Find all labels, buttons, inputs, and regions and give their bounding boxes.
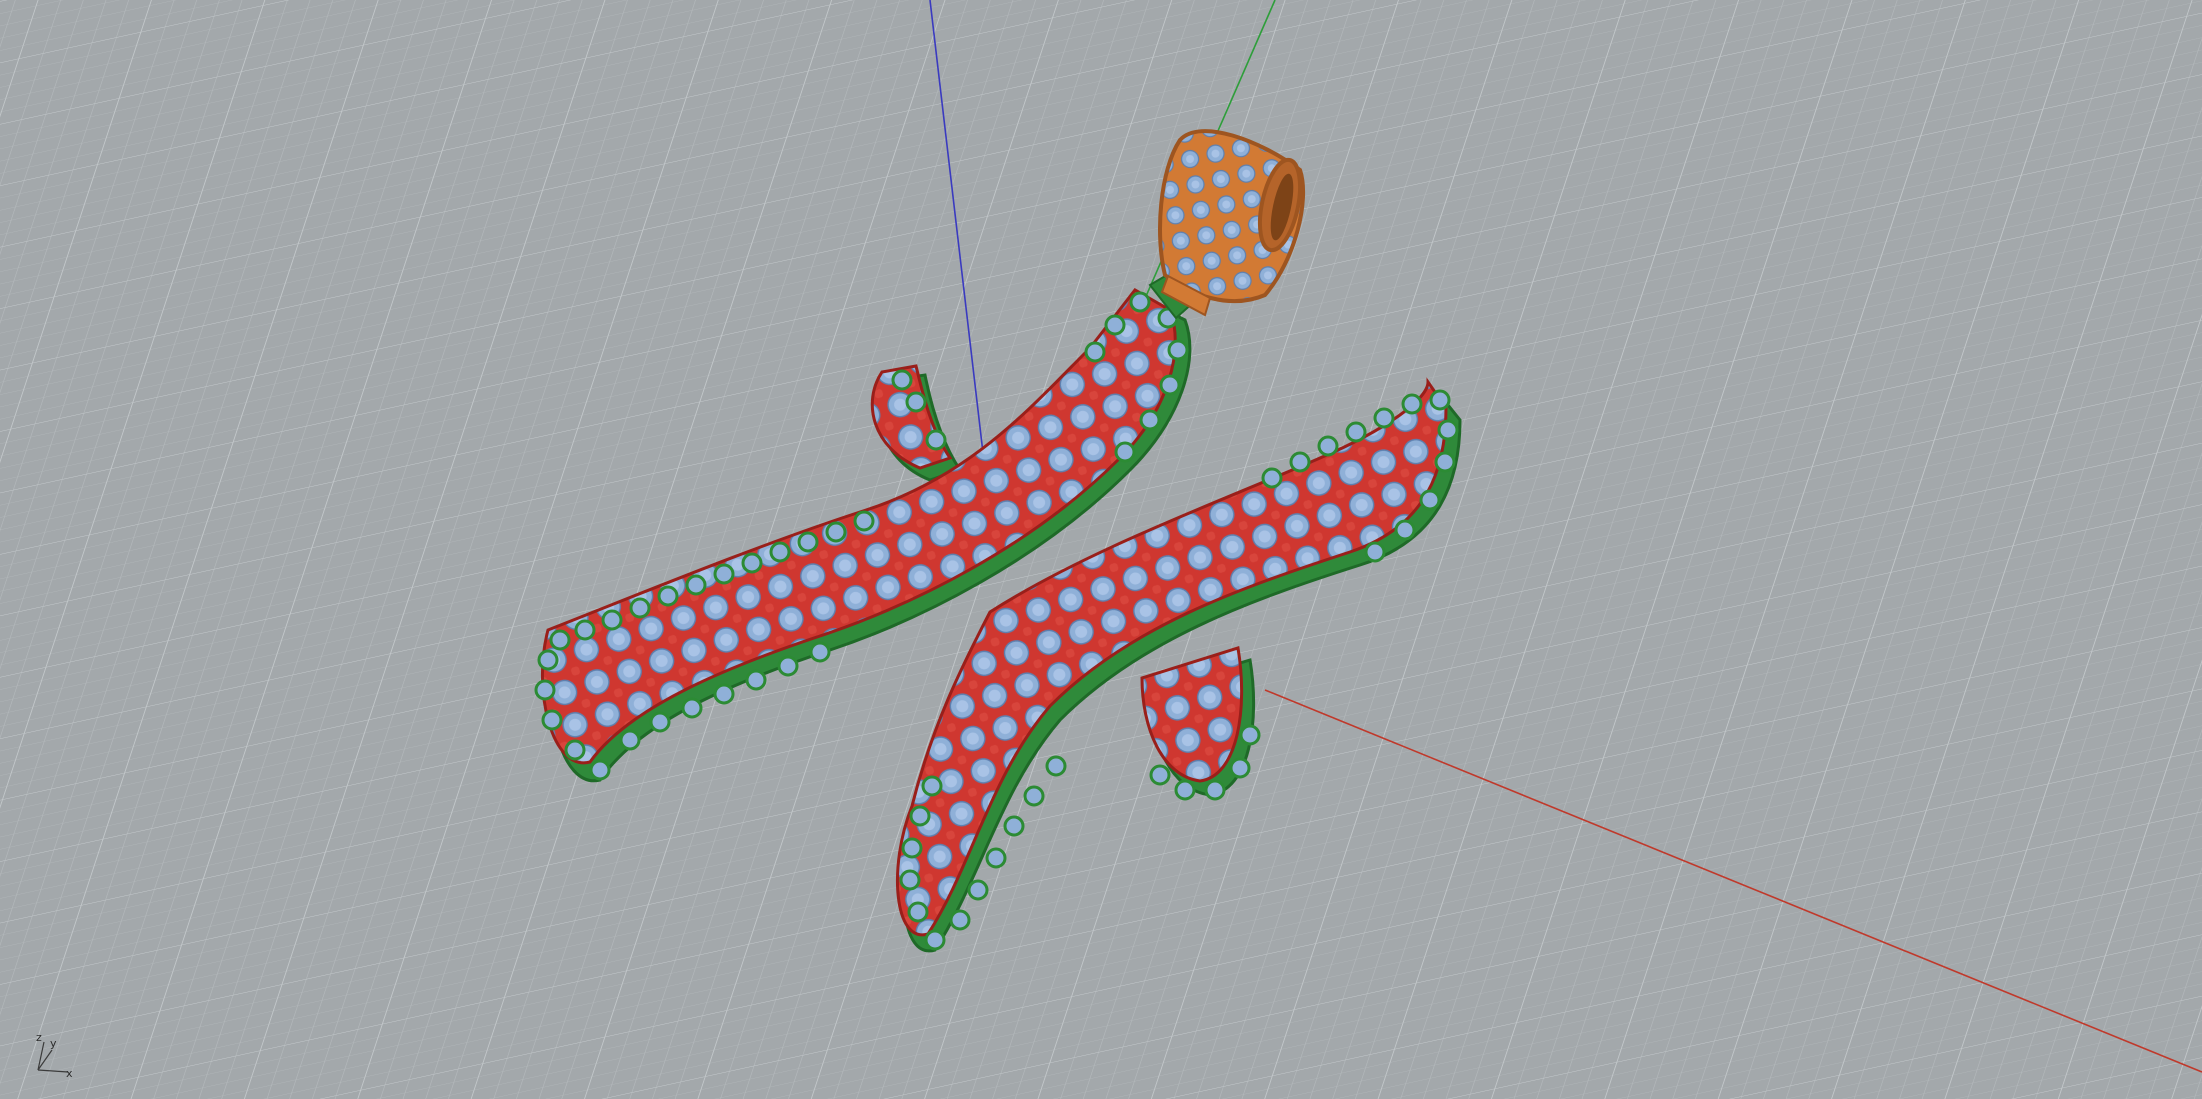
axis-x-label: x [66,1067,73,1080]
grid-major [0,0,2202,1099]
axis-y-label: y [50,1037,57,1050]
perspective-viewport[interactable]: x y z [0,0,2202,1099]
scene-canvas[interactable] [0,0,2202,1099]
axis-widget: x y z [30,1028,80,1080]
axis-z-label: z [36,1031,42,1044]
